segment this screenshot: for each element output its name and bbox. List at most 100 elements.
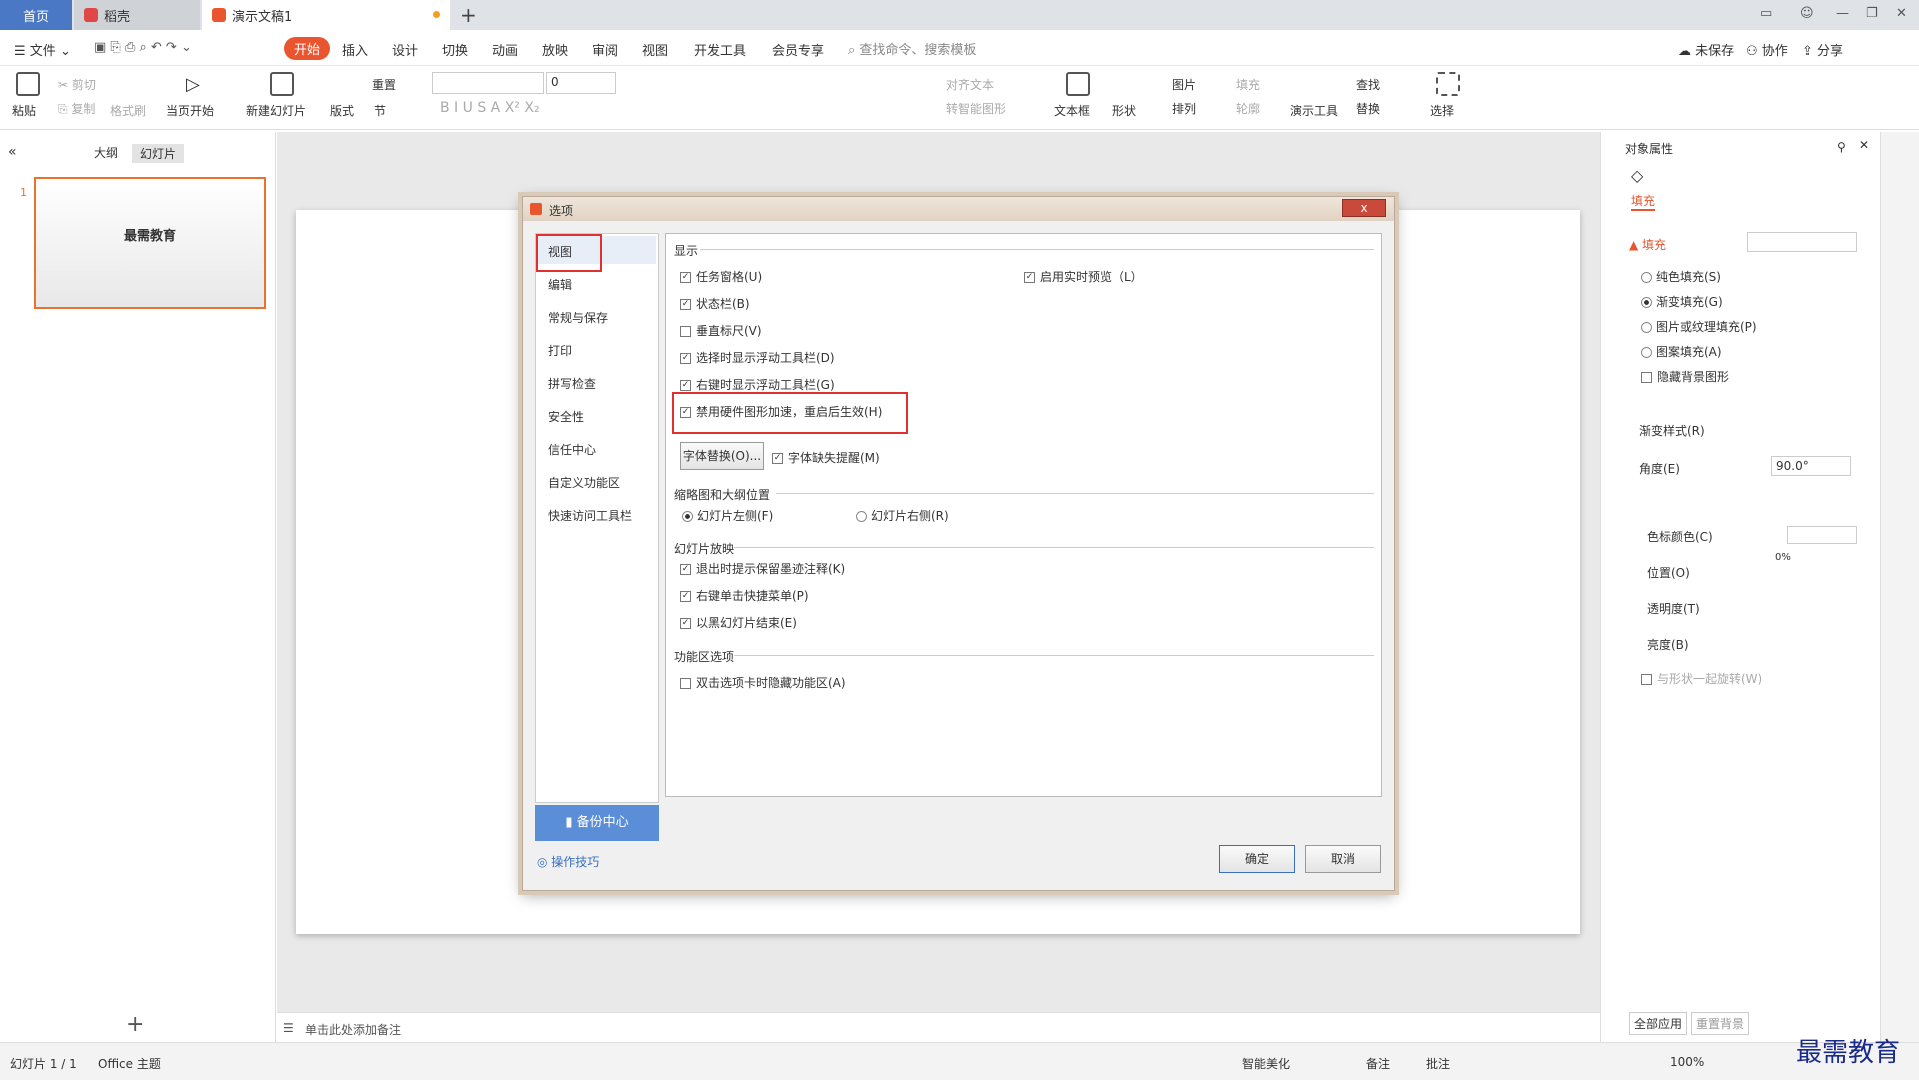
menu-insert[interactable]: 插入 (342, 40, 368, 59)
stop-color-combo[interactable] (1787, 526, 1857, 544)
fill-tab[interactable]: 填充 (1631, 192, 1656, 211)
new-slide-icon[interactable] (270, 72, 294, 96)
gradient-fill-radio[interactable]: 渐变填充(G) (1641, 293, 1723, 310)
picture-fill-radio[interactable]: 图片或纹理填充(P) (1641, 318, 1757, 335)
copy-button[interactable]: ⎘ 复制 (58, 100, 95, 117)
opt-font-missing[interactable]: ✓ 字体缺失提醒(M) (772, 449, 880, 466)
opt-vertical-ruler[interactable]: 垂直标尺(V) (680, 322, 762, 339)
collapse-icon[interactable]: « (8, 144, 17, 160)
fill-section[interactable]: ▲ 填充 (1629, 236, 1666, 253)
radio-left[interactable]: 幻灯片左侧(F) (682, 507, 773, 524)
opt-rightclick-menu[interactable]: ✓ 右键单击快捷菜单(P) (680, 587, 809, 604)
select-icon[interactable] (1436, 72, 1460, 96)
nav-quick-access[interactable]: 快速访问工具栏 (548, 507, 632, 524)
opt-float-toolbar-select[interactable]: ✓ 选择时显示浮动工具栏(D) (680, 349, 835, 366)
textbox-button[interactable]: 文本框 (1054, 102, 1090, 119)
play-icon[interactable]: ▷ (186, 74, 200, 95)
format-painter-button[interactable]: 格式刷 (110, 102, 146, 119)
close-icon[interactable]: ✕ (1896, 6, 1907, 21)
menu-member[interactable]: 会员专享 (772, 40, 824, 59)
arrange-button[interactable]: 排列 (1172, 100, 1196, 117)
nav-general-save[interactable]: 常规与保存 (548, 309, 608, 326)
font-size-combo[interactable]: 0 (546, 72, 616, 94)
beautify-button[interactable]: 智能美化 (1242, 1055, 1290, 1072)
menu-animation[interactable]: 动画 (492, 40, 518, 59)
opt-float-toolbar-rightclick[interactable]: ✓ 右键时显示浮动工具栏(G) (680, 376, 835, 393)
opt-hide-ribbon[interactable]: 双击选项卡时隐藏功能区(A) (680, 674, 846, 691)
reset-button[interactable]: 重置 (372, 76, 396, 93)
font-replace-button[interactable]: 字体替换(O)... (680, 442, 764, 470)
fill-combo[interactable] (1747, 232, 1857, 252)
font-style-icons[interactable]: B I U S A X² X₂ (440, 100, 540, 116)
select-button[interactable]: 选择 (1430, 102, 1454, 119)
nav-security[interactable]: 安全性 (548, 408, 584, 425)
notes-area[interactable]: ☰ 单击此处添加备注 (277, 1012, 1600, 1042)
radio-right[interactable]: 幻灯片右侧(R) (856, 507, 949, 524)
nav-edit[interactable]: 编辑 (548, 276, 572, 293)
apply-all-button[interactable]: 全部应用 (1629, 1012, 1688, 1035)
align-text-button[interactable]: 对齐文本 (946, 76, 994, 93)
textbox-icon[interactable] (1066, 72, 1090, 96)
menu-view[interactable]: 视图 (642, 40, 668, 59)
font-name-combo[interactable] (432, 72, 544, 94)
paste-icon[interactable] (16, 72, 40, 96)
hide-bg-checkbox[interactable]: 隐藏背景图形 (1641, 368, 1729, 385)
layout-icon[interactable]: ▭ (1760, 6, 1772, 21)
nav-trust-center[interactable]: 信任中心 (548, 441, 596, 458)
tips-link[interactable]: ◎ 操作技巧 (537, 853, 599, 870)
new-slide-button[interactable]: 新建幻灯片 (246, 102, 306, 119)
zoom-level[interactable]: 100% (1670, 1055, 1704, 1069)
picture-button[interactable]: 图片 (1172, 76, 1196, 93)
outline-button[interactable]: 轮廓 (1236, 100, 1260, 117)
pane-close-icon[interactable]: ✕ (1859, 138, 1869, 152)
share-button[interactable]: ⇪ 分享 (1802, 40, 1843, 59)
opt-realtime-preview[interactable]: ✓ 启用实时预览（L） (1024, 268, 1143, 285)
nav-print[interactable]: 打印 (548, 342, 572, 359)
slide-thumbnail[interactable]: 最需教育 (34, 177, 266, 309)
ok-button[interactable]: 确定 (1219, 845, 1295, 873)
add-slide-icon[interactable]: + (126, 1012, 144, 1037)
cancel-button[interactable]: 取消 (1305, 845, 1381, 873)
command-search[interactable]: ⌕ 查找命令、搜索模板 (848, 39, 976, 58)
opt-status-bar[interactable]: ✓ 状态栏(B) (680, 295, 750, 312)
reset-bg-button[interactable]: 重置背景 (1691, 1012, 1750, 1035)
cut-button[interactable]: ✂ 剪切 (58, 76, 96, 93)
from-current-button[interactable]: 当页开始 (166, 102, 214, 119)
solid-fill-radio[interactable]: 纯色填充(S) (1641, 268, 1721, 285)
opt-black-end[interactable]: ✓ 以黑幻灯片结束(E) (680, 614, 797, 631)
tab-docer[interactable]: 稻壳 (74, 0, 200, 30)
layout-button[interactable]: 版式 (330, 102, 354, 119)
section-button[interactable]: 节 (374, 102, 386, 119)
shape-button[interactable]: 形状 (1112, 102, 1136, 119)
minimize-icon[interactable]: — (1836, 6, 1849, 21)
pattern-fill-radio[interactable]: 图案填充(A) (1641, 343, 1722, 360)
tools-button[interactable]: 演示工具 (1290, 102, 1338, 119)
menu-start[interactable]: 开始 (284, 37, 331, 60)
collab-button[interactable]: ⚇ 协作 (1746, 40, 1788, 59)
tab-slides[interactable]: 幻灯片 (132, 144, 185, 163)
nav-custom-ribbon[interactable]: 自定义功能区 (548, 474, 620, 491)
unsaved-button[interactable]: ☁ 未保存 (1678, 40, 1734, 59)
comment-button[interactable]: 批注 (1426, 1055, 1450, 1072)
menu-file[interactable]: ☰ 文件 ⌄ (14, 40, 71, 59)
menu-show[interactable]: 放映 (542, 40, 568, 59)
theme-name[interactable]: Office 主题 (98, 1055, 161, 1072)
pin-icon[interactable]: ⚲ (1837, 140, 1846, 154)
angle-input[interactable]: 90.0° (1771, 456, 1851, 476)
quick-access-icons[interactable]: ▣ ⎘ ⎙ ⌕ ↶ ↷ ⌄ (94, 40, 192, 55)
dialog-close-button[interactable]: x (1342, 199, 1386, 217)
new-tab-icon[interactable]: + (460, 3, 477, 27)
rotate-checkbox[interactable]: 与形状一起旋转(W) (1641, 670, 1762, 687)
menu-review[interactable]: 审阅 (592, 40, 618, 59)
notes-button[interactable]: 备注 (1366, 1055, 1390, 1072)
fill-button[interactable]: 填充 (1236, 76, 1260, 93)
paste-label[interactable]: 粘贴 (12, 102, 36, 119)
opt-task-pane[interactable]: ✓ 任务窗格(U) (680, 268, 762, 285)
opt-ink-prompt[interactable]: ✓ 退出时提示保留墨迹注释(K) (680, 560, 845, 577)
menu-design[interactable]: 设计 (392, 40, 418, 59)
smart-graphic-button[interactable]: 转智能图形 (946, 100, 1006, 117)
tab-home[interactable]: 首页 (0, 0, 72, 30)
tab-presentation[interactable]: 演示文稿1 (202, 0, 450, 30)
tab-outline[interactable]: 大纲 (94, 144, 118, 161)
avatar[interactable]: ☺ (1800, 6, 1814, 21)
